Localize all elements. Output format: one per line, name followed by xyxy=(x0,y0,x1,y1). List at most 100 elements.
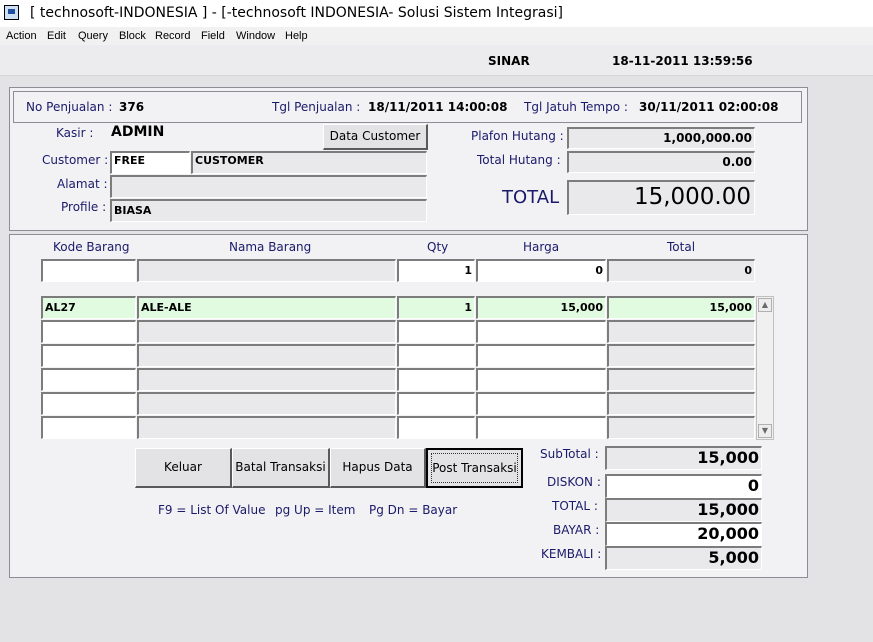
kembali-label: KEMBALI : xyxy=(541,547,602,561)
row-1-kode[interactable]: AL27 xyxy=(41,296,136,319)
no-penjualan-value: 376 xyxy=(119,100,145,114)
profile-label: Profile : xyxy=(61,200,107,214)
summary-total-label: TOTAL : xyxy=(552,499,598,513)
row-1-qty[interactable]: 1 xyxy=(397,296,475,319)
customer-code-field[interactable]: FREE xyxy=(110,151,190,174)
hint-f9: F9 = List Of Value xyxy=(158,503,266,517)
diskon-field[interactable]: 0 xyxy=(605,474,762,498)
row-3-total[interactable] xyxy=(607,344,755,367)
menu-record[interactable]: Record xyxy=(155,28,190,44)
col-total: Total xyxy=(667,240,696,254)
row-2-kode[interactable] xyxy=(41,320,136,343)
row-5-harga[interactable] xyxy=(476,392,606,415)
tgl-jatuh-tempo-label: Tgl Jatuh Tempo : xyxy=(524,100,628,114)
hint-pgup: pg Up = Item xyxy=(275,503,356,517)
user-name: SINAR xyxy=(488,54,530,68)
row-3-kode[interactable] xyxy=(41,344,136,367)
data-customer-button[interactable]: Data Customer xyxy=(323,124,428,150)
no-penjualan-label: No Penjualan : xyxy=(26,100,113,114)
tgl-penjualan-value: 18/11/2011 14:00:08 xyxy=(368,100,508,114)
entry-total-field[interactable]: 0 xyxy=(607,259,755,282)
hint-pgdn: Pg Dn = Bayar xyxy=(369,503,458,517)
hapus-data-button[interactable]: Hapus Data xyxy=(330,448,426,488)
row-2-total[interactable] xyxy=(607,320,755,343)
total-hutang-label: Total Hutang : xyxy=(477,153,561,167)
row-1-nama[interactable]: ALE-ALE xyxy=(137,296,396,319)
alamat-field[interactable] xyxy=(110,175,427,198)
keluar-button[interactable]: Keluar xyxy=(135,448,232,488)
menu-edit[interactable]: Edit xyxy=(47,28,66,44)
row-6-qty[interactable] xyxy=(397,416,475,439)
row-4-total[interactable] xyxy=(607,368,755,391)
menu-bar: Action Edit Query Block Record Field Win… xyxy=(0,27,873,45)
row-4-nama[interactable] xyxy=(137,368,396,391)
entry-qty-field[interactable]: 1 xyxy=(397,259,475,282)
sales-info-box: No Penjualan : 376 Tgl Penjualan : 18/11… xyxy=(13,91,802,123)
col-qty: Qty xyxy=(427,240,449,254)
plafon-hutang-field[interactable]: 1,000,000.00 xyxy=(567,127,755,149)
status-datetime: 18-11-2011 13:59:56 xyxy=(612,54,753,68)
row-6-nama[interactable] xyxy=(137,416,396,439)
row-3-harga[interactable] xyxy=(476,344,606,367)
scroll-down-icon[interactable]: ▼ xyxy=(758,424,772,438)
row-5-total[interactable] xyxy=(607,392,755,415)
row-1-total[interactable]: 15,000 xyxy=(607,296,755,319)
entry-harga-field[interactable]: 0 xyxy=(476,259,606,282)
scroll-up-icon[interactable]: ▲ xyxy=(758,298,772,312)
col-nama-barang: Nama Barang xyxy=(229,240,312,254)
row-3-qty[interactable] xyxy=(397,344,475,367)
row-5-qty[interactable] xyxy=(397,392,475,415)
total-hutang-field[interactable]: 0.00 xyxy=(567,151,755,173)
kembali-field[interactable]: 5,000 xyxy=(605,546,762,570)
tgl-penjualan-label: Tgl Penjualan : xyxy=(272,100,361,114)
status-bar: SINAR 18-11-2011 13:59:56 xyxy=(0,45,873,76)
row-4-kode[interactable] xyxy=(41,368,136,391)
bayar-label: BAYAR : xyxy=(553,523,600,537)
row-2-nama[interactable] xyxy=(137,320,396,343)
post-transaksi-button[interactable]: Post Transaksi xyxy=(426,448,523,488)
kasir-value: ADMIN xyxy=(111,124,165,140)
kasir-label: Kasir : xyxy=(56,126,94,140)
row-6-kode[interactable] xyxy=(41,416,136,439)
items-scrollbar[interactable]: ▲ ▼ xyxy=(756,296,774,440)
profile-field[interactable]: BIASA xyxy=(110,199,427,222)
col-harga: Harga xyxy=(523,240,560,254)
total-label: TOTAL xyxy=(502,187,560,208)
summary-total-field[interactable]: 15,000 xyxy=(605,498,762,522)
row-1-harga[interactable]: 15,000 xyxy=(476,296,606,319)
entry-nama-field[interactable] xyxy=(137,259,396,282)
row-6-harga[interactable] xyxy=(476,416,606,439)
menu-block[interactable]: Block xyxy=(119,28,146,44)
header-panel: No Penjualan : 376 Tgl Penjualan : 18/11… xyxy=(9,87,808,231)
items-panel: Kode Barang Nama Barang Qty Harga Total … xyxy=(9,234,808,578)
title-bar: [ technosoft-INDONESIA ] - [-technosoft … xyxy=(0,0,873,28)
entry-kode-field[interactable] xyxy=(41,259,136,282)
row-4-qty[interactable] xyxy=(397,368,475,391)
customer-label: Customer : xyxy=(42,153,109,167)
row-5-nama[interactable] xyxy=(137,392,396,415)
row-6-total[interactable] xyxy=(607,416,755,439)
batal-transaksi-button[interactable]: Batal Transaksi xyxy=(232,448,330,488)
tgl-jatuh-tempo-value: 30/11/2011 02:00:08 xyxy=(639,100,779,114)
subtotal-label: SubTotal : xyxy=(540,447,599,461)
window-title: [ technosoft-INDONESIA ] - [-technosoft … xyxy=(30,5,563,21)
plafon-hutang-label: Plafon Hutang : xyxy=(471,129,564,143)
customer-name-field[interactable]: CUSTOMER xyxy=(191,151,427,174)
row-2-harga[interactable] xyxy=(476,320,606,343)
menu-window[interactable]: Window xyxy=(236,28,275,44)
menu-field[interactable]: Field xyxy=(201,28,225,44)
diskon-label: DISKON : xyxy=(547,475,601,489)
app-icon[interactable] xyxy=(4,5,19,20)
menu-help[interactable]: Help xyxy=(285,28,308,44)
row-5-kode[interactable] xyxy=(41,392,136,415)
col-kode-barang: Kode Barang xyxy=(53,240,130,254)
row-2-qty[interactable] xyxy=(397,320,475,343)
menu-action[interactable]: Action xyxy=(6,28,37,44)
row-3-nama[interactable] xyxy=(137,344,396,367)
alamat-label: Alamat : xyxy=(57,177,108,191)
subtotal-field[interactable]: 15,000 xyxy=(605,446,762,470)
bayar-field[interactable]: 20,000 xyxy=(605,522,762,546)
menu-query[interactable]: Query xyxy=(78,28,108,44)
grand-total-field[interactable]: 15,000.00 xyxy=(567,180,755,215)
row-4-harga[interactable] xyxy=(476,368,606,391)
